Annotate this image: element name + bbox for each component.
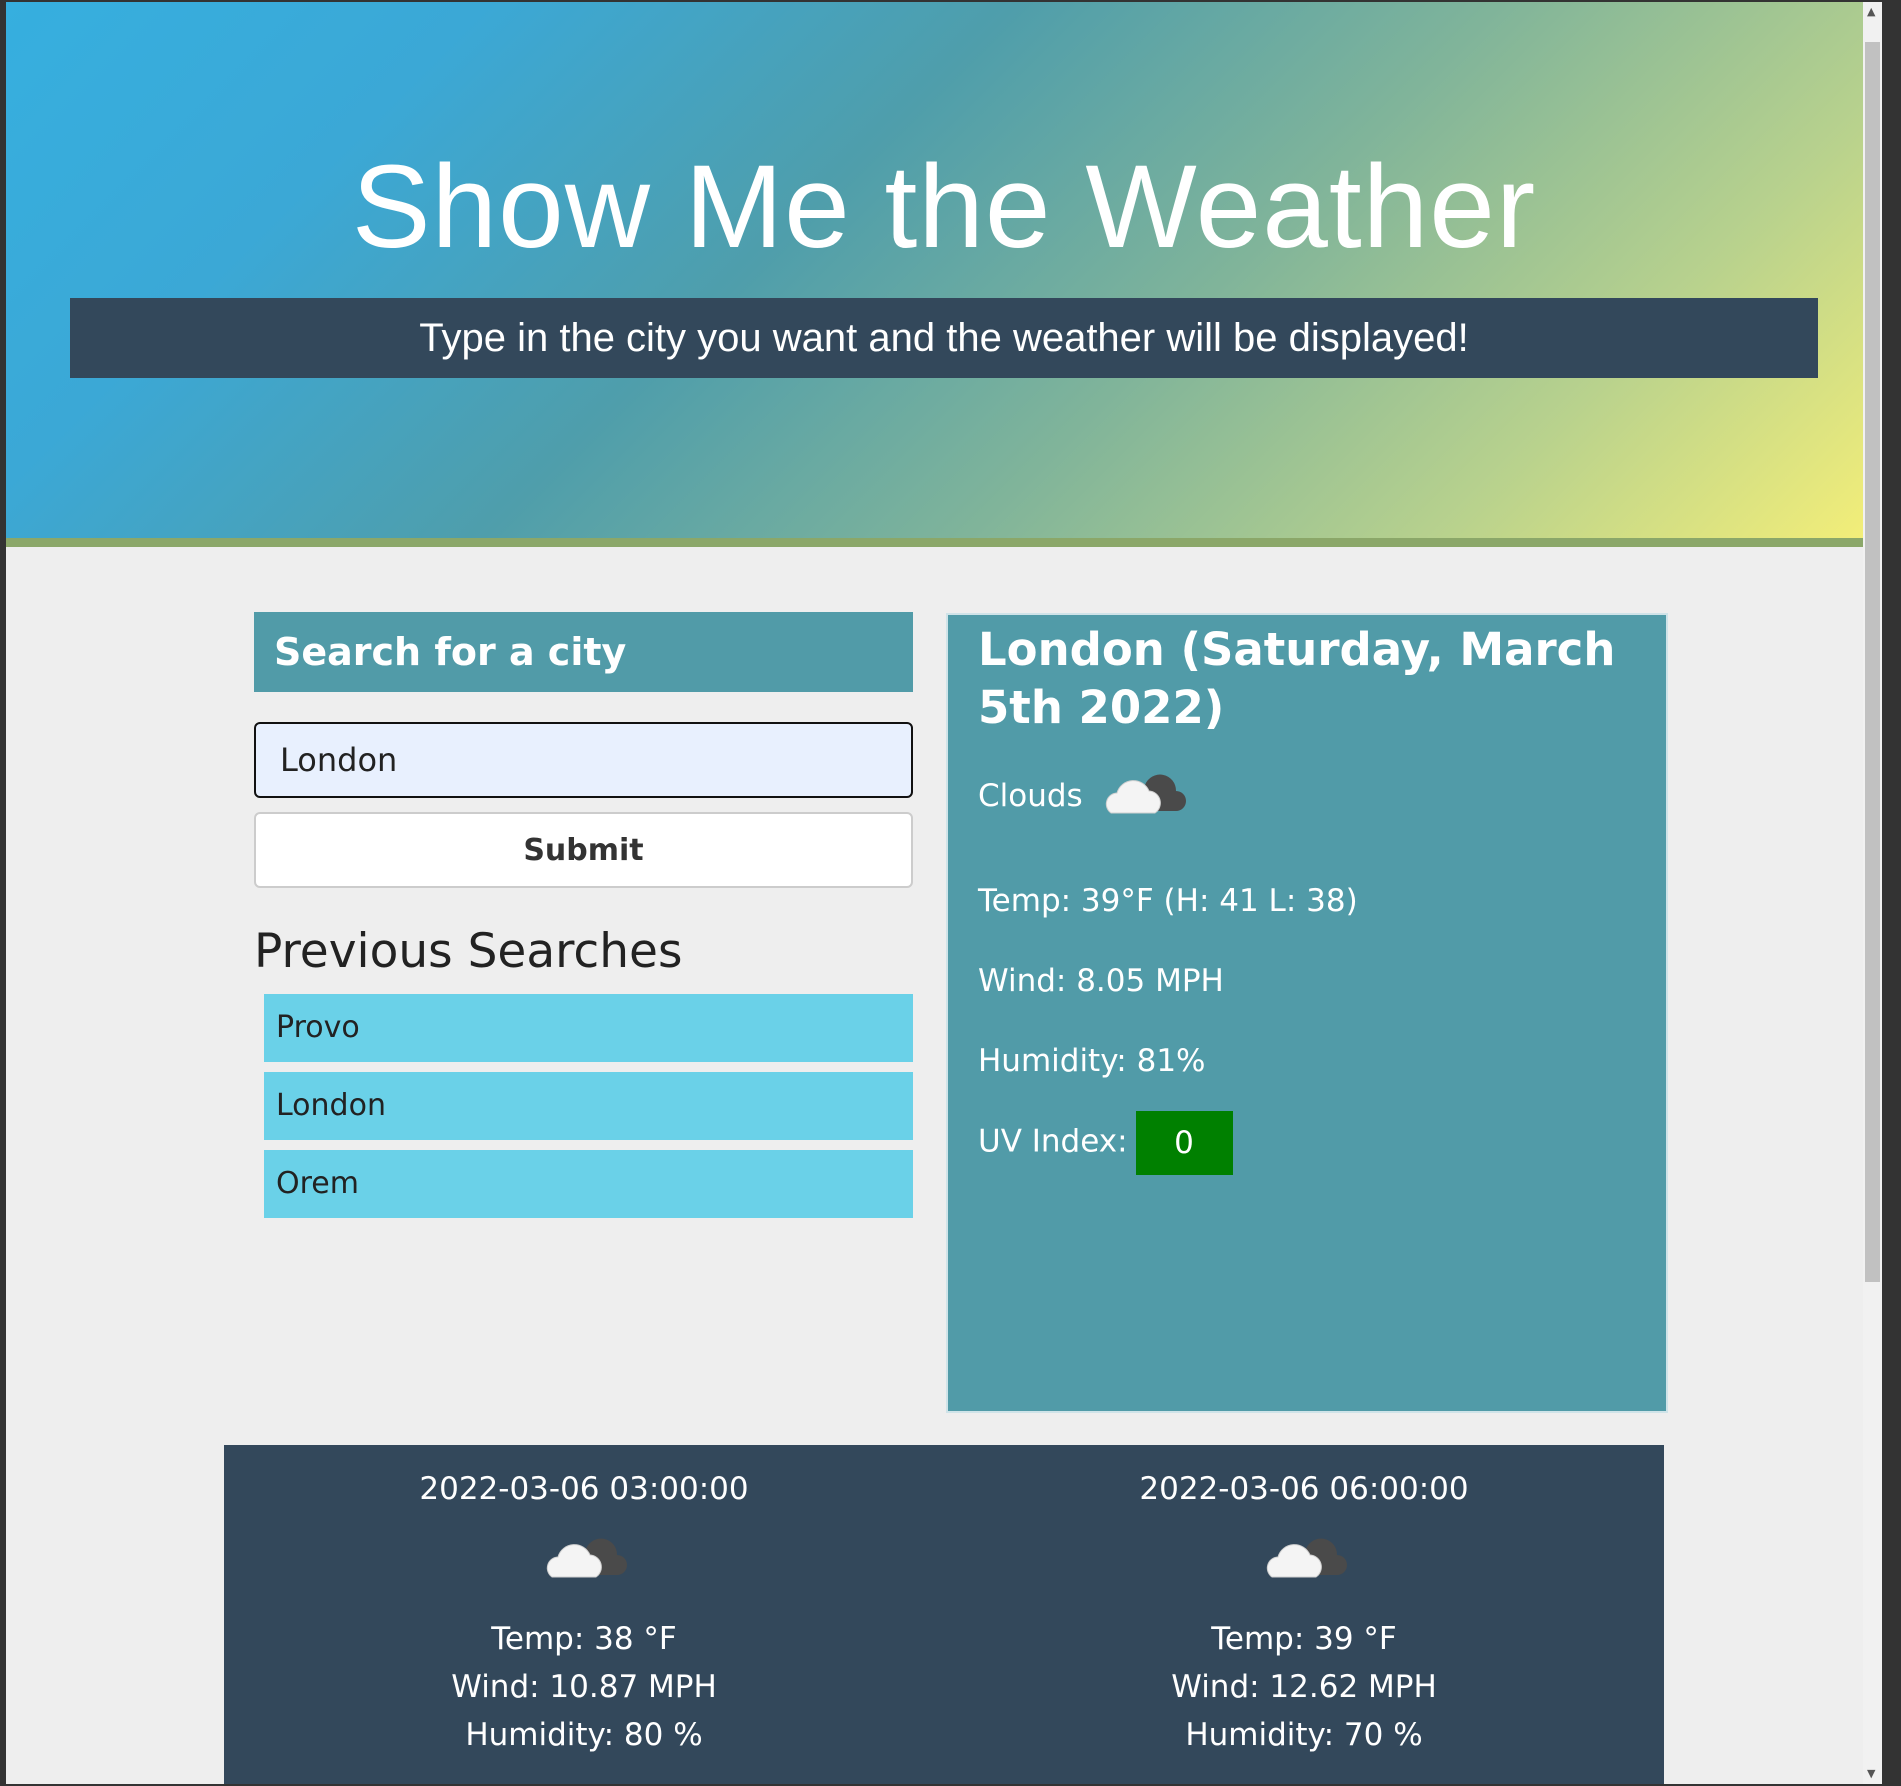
forecast-temp: Temp: 39 °F <box>1211 1621 1397 1657</box>
forecast-wind: Wind: 12.62 MPH <box>1171 1669 1437 1705</box>
condition-row: Clouds <box>978 761 1636 831</box>
forecast-temp: Temp: 38 °F <box>491 1621 677 1657</box>
hero-banner: Show Me the Weather Type in the city you… <box>6 2 1882 547</box>
current-humidity: Humidity: 81% <box>978 1043 1206 1079</box>
current-weather-panel: London (Saturday, March 5th 2022) Clouds… <box>946 613 1668 1413</box>
page-subtitle: Type in the city you want and the weathe… <box>70 298 1818 378</box>
cloud-icon <box>542 1533 628 1587</box>
current-temp: Temp: 39°F (H: 41 L: 38) <box>978 883 1358 919</box>
scroll-up-icon[interactable]: ▲ <box>1867 6 1875 18</box>
scroll-down-icon[interactable]: ▼ <box>1867 1768 1875 1780</box>
cloud-icon <box>1262 1533 1348 1587</box>
vertical-scrollbar[interactable]: ▲ ▼ <box>1863 2 1882 1784</box>
previous-searches-title: Previous Searches <box>254 924 683 979</box>
page-title: Show Me the Weather <box>351 141 1537 273</box>
current-city-title: London (Saturday, March 5th 2022) <box>978 623 1616 734</box>
forecast-date: 2022-03-06 03:00:00 <box>419 1471 749 1507</box>
previous-searches-list: Provo London Orem <box>264 994 913 1228</box>
forecast-panel: 2022-03-06 03:00:00 Temp: 38 °F Wind: 10… <box>224 1445 1664 1784</box>
city-search-input[interactable] <box>254 722 913 798</box>
forecast-wind: Wind: 10.87 MPH <box>451 1669 717 1705</box>
scrollbar-thumb[interactable] <box>1865 42 1880 1282</box>
current-wind: Wind: 8.05 MPH <box>978 963 1224 999</box>
forecast-humidity: Humidity: 80 % <box>465 1717 703 1753</box>
uv-index-badge: 0 <box>1135 1111 1233 1175</box>
submit-button[interactable]: Submit <box>254 812 913 888</box>
search-heading: Search for a city <box>254 612 913 692</box>
forecast-date: 2022-03-06 06:00:00 <box>1139 1471 1469 1507</box>
cloud-icon <box>1101 769 1187 823</box>
previous-search-item[interactable]: Provo <box>264 994 913 1062</box>
uv-row: UV Index: 0 <box>978 1111 1233 1175</box>
uv-label: UV Index: <box>978 1123 1128 1160</box>
browser-viewport: Show Me the Weather Type in the city you… <box>6 2 1882 1784</box>
forecast-humidity: Humidity: 70 % <box>1185 1717 1423 1753</box>
condition-label: Clouds <box>978 778 1083 814</box>
previous-search-item[interactable]: Orem <box>264 1150 913 1218</box>
previous-search-item[interactable]: London <box>264 1072 913 1140</box>
